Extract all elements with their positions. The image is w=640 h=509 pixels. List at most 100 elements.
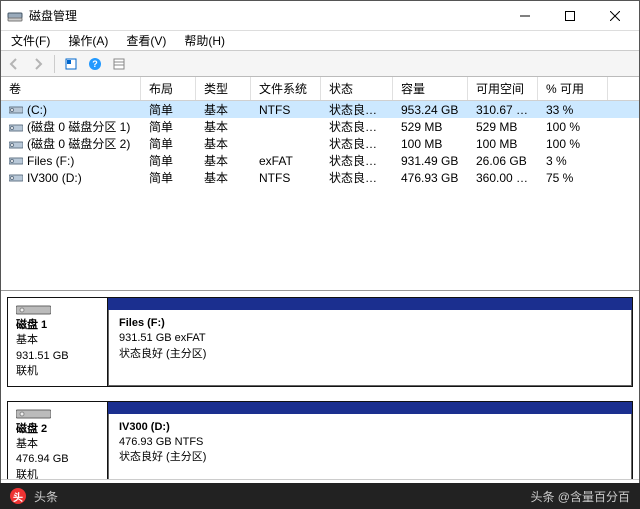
volume-fs: exFAT <box>251 154 321 168</box>
volume-pct: 100 % <box>538 120 608 134</box>
menu-action[interactable]: 操作(A) <box>60 30 116 51</box>
volume-free: 100 MB <box>468 137 538 151</box>
volume-name: (磁盘 0 磁盘分区 2) <box>27 137 130 151</box>
toolbar: ? <box>1 51 639 77</box>
volume-name: (磁盘 0 磁盘分区 1) <box>27 120 130 134</box>
volume-status: 状态良好 (… <box>321 169 393 186</box>
volume-icon <box>9 104 23 116</box>
disk-size: 476.94 GB <box>16 453 69 465</box>
volume-row[interactable]: Files (F:) 简单基本exFAT状态良好 (…931.49 GB26.06… <box>1 152 639 169</box>
disk-state: 联机 <box>16 469 38 479</box>
minimize-button[interactable] <box>502 2 547 30</box>
volume-capacity: 529 MB <box>393 120 468 134</box>
disk-icon <box>16 304 51 316</box>
col-free[interactable]: 可用空间 <box>468 77 538 100</box>
volume-type: 基本 <box>196 135 251 152</box>
volume-name: (C:) <box>27 103 47 117</box>
volume-pct: 75 % <box>538 171 608 185</box>
app-icon <box>7 8 23 24</box>
menubar: 文件(F) 操作(A) 查看(V) 帮助(H) <box>1 31 639 51</box>
disk-type: 基本 <box>16 334 38 346</box>
volume-status: 状态良好 (… <box>321 101 393 118</box>
volume-capacity: 100 MB <box>393 137 468 151</box>
disk-info: 磁盘 2基本476.94 GB联机 <box>8 402 108 479</box>
volume-icon <box>9 139 23 151</box>
disk-icon <box>16 408 51 420</box>
toolbar-separator <box>54 55 55 73</box>
col-status[interactable]: 状态 <box>321 77 393 100</box>
volume-name: Files (F:) <box>27 154 74 168</box>
volume-icon <box>9 172 23 184</box>
volume-capacity: 953.24 GB <box>393 103 468 117</box>
volume-pct: 100 % <box>538 137 608 151</box>
refresh-button[interactable] <box>60 53 82 75</box>
menu-help[interactable]: 帮助(H) <box>176 30 233 51</box>
watermark-footer: 头 头条 头条 @含量百分百 <box>0 483 640 509</box>
volume-list[interactable]: (C:)简单基本NTFS状态良好 (…953.24 GB310.67 …33 %… <box>1 101 639 291</box>
volume-icon <box>9 155 23 167</box>
disk-type: 基本 <box>16 438 38 450</box>
volume-fs: NTFS <box>251 171 321 185</box>
disk-management-window: 磁盘管理 文件(F) 操作(A) 查看(V) 帮助(H) ? <box>0 0 640 500</box>
col-layout[interactable]: 布局 <box>141 77 196 100</box>
col-capacity[interactable]: 容量 <box>393 77 468 100</box>
settings-button[interactable] <box>108 53 130 75</box>
window-title: 磁盘管理 <box>29 7 502 24</box>
col-pct[interactable]: % 可用 <box>538 77 608 100</box>
disk-size: 931.51 GB <box>16 350 69 362</box>
partition-line2: 476.93 GB NTFS <box>119 436 203 448</box>
volume-row[interactable]: (磁盘 0 磁盘分区 2)简单基本状态良好 (…100 MB100 MB100 … <box>1 135 639 152</box>
volume-free: 26.06 GB <box>468 154 538 168</box>
volume-status: 状态良好 (… <box>321 135 393 152</box>
volume-layout: 简单 <box>141 135 196 152</box>
volume-list-header: 卷 布局 类型 文件系统 状态 容量 可用空间 % 可用 <box>1 77 639 101</box>
disk-block[interactable]: 磁盘 2基本476.94 GB联机IV300 (D:)476.93 GB NTF… <box>7 401 633 479</box>
volume-row[interactable]: IV300 (D:)简单基本NTFS状态良好 (…476.93 GB360.00… <box>1 169 639 186</box>
volume-capacity: 476.93 GB <box>393 171 468 185</box>
volume-layout: 简单 <box>141 118 196 135</box>
partition-body: Files (F:)931.51 GB exFAT状态良好 (主分区) <box>108 310 632 386</box>
volume-capacity: 931.49 GB <box>393 154 468 168</box>
volume-pct: 33 % <box>538 103 608 117</box>
volume-layout: 简单 <box>141 101 196 118</box>
menu-file[interactable]: 文件(F) <box>3 30 58 51</box>
help-button[interactable]: ? <box>84 53 106 75</box>
disk-partition[interactable]: Files (F:)931.51 GB exFAT状态良好 (主分区) <box>108 298 632 386</box>
back-button[interactable] <box>3 53 25 75</box>
volume-pct: 3 % <box>538 154 608 168</box>
disk-graphical-pane[interactable]: 磁盘 1基本931.51 GB联机Files (F:)931.51 GB exF… <box>1 291 639 479</box>
volume-row[interactable]: (C:) 简单基本NTFS状态良好 (…953.24 GB310.67 …33 % <box>1 101 639 118</box>
volume-name: IV300 (D:) <box>27 171 82 185</box>
maximize-button[interactable] <box>547 2 592 30</box>
watermark-left: 头条 <box>34 488 58 505</box>
col-type[interactable]: 类型 <box>196 77 251 100</box>
volume-row[interactable]: (磁盘 0 磁盘分区 1)简单基本状态良好 (…529 MB529 MB100 … <box>1 118 639 135</box>
partition-body: IV300 (D:) 476.93 GB NTFS 状态良好 (主分区) <box>108 414 632 479</box>
disk-block[interactable]: 磁盘 1基本931.51 GB联机Files (F:)931.51 GB exF… <box>7 297 633 387</box>
partition-line3: 状态良好 (主分区) <box>119 451 206 463</box>
col-filesystem[interactable]: 文件系统 <box>251 77 321 100</box>
disk-partition[interactable]: IV300 (D:) 476.93 GB NTFS 状态良好 (主分区) <box>108 402 632 479</box>
volume-free: 360.00 … <box>468 171 538 185</box>
volume-layout: 简单 <box>141 169 196 186</box>
volume-status: 状态良好 (… <box>321 152 393 169</box>
partition-stripe <box>108 402 632 414</box>
col-volume[interactable]: 卷 <box>1 77 141 100</box>
watermark-right: 头条 @含量百分百 <box>530 488 630 505</box>
menu-view[interactable]: 查看(V) <box>118 30 174 51</box>
volume-fs: NTFS <box>251 103 321 117</box>
close-button[interactable] <box>592 2 637 30</box>
titlebar: 磁盘管理 <box>1 1 639 31</box>
volume-type: 基本 <box>196 118 251 135</box>
partition-line2: 931.51 GB exFAT <box>119 332 206 344</box>
volume-type: 基本 <box>196 101 251 118</box>
partition-line3: 状态良好 (主分区) <box>119 348 206 360</box>
volume-free: 310.67 … <box>468 103 538 117</box>
disk-info: 磁盘 1基本931.51 GB联机 <box>8 298 108 386</box>
volume-type: 基本 <box>196 152 251 169</box>
partition-title: IV300 (D:) <box>119 421 170 433</box>
volume-free: 529 MB <box>468 120 538 134</box>
volume-layout: 简单 <box>141 152 196 169</box>
forward-button[interactable] <box>27 53 49 75</box>
toutiao-icon: 头 <box>10 488 26 504</box>
